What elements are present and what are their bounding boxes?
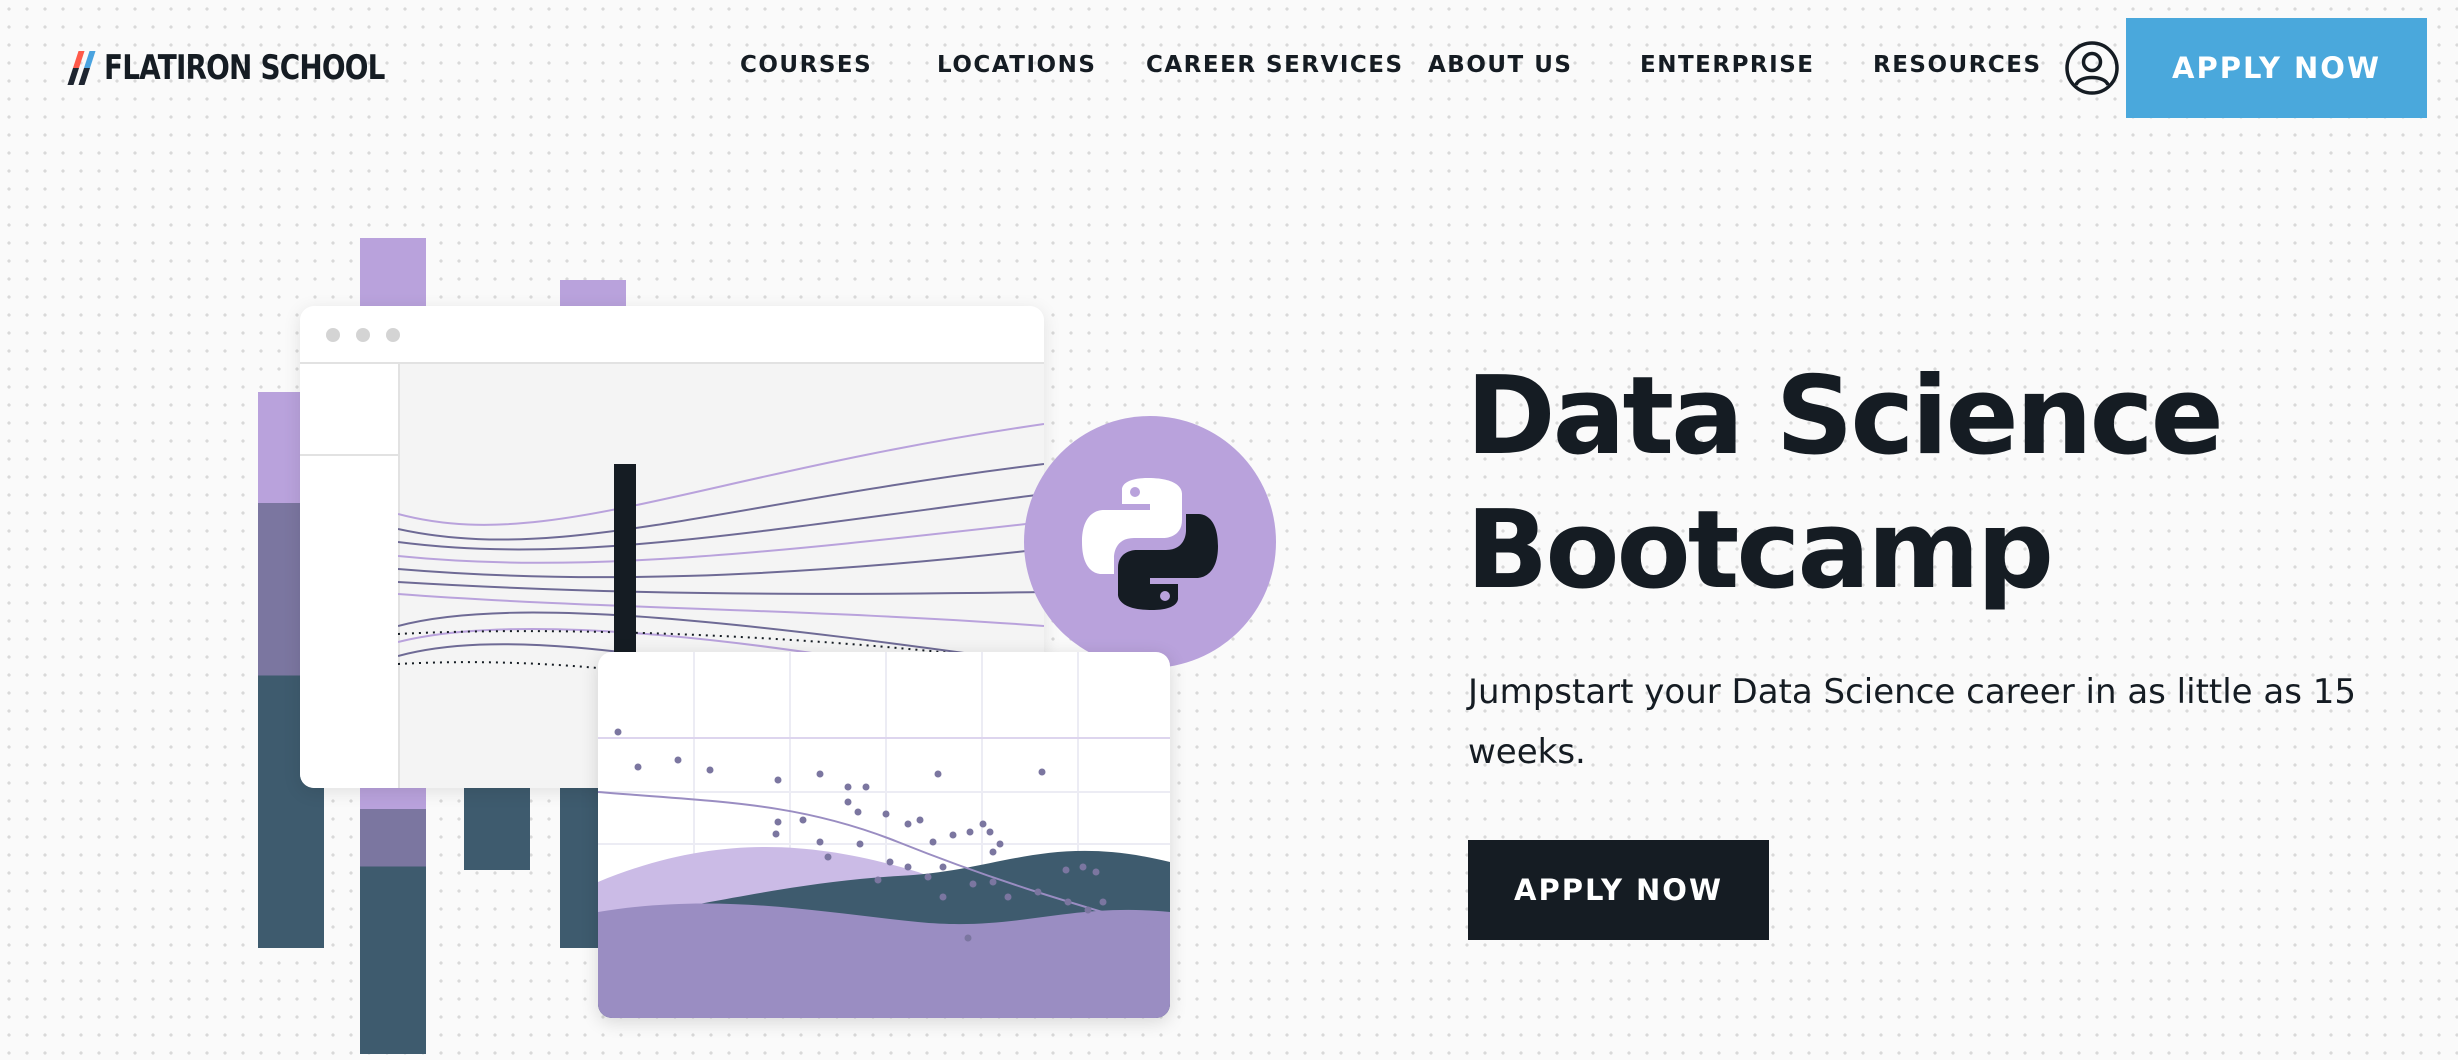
window-dot-icon <box>326 328 340 342</box>
window-titlebar <box>300 306 1044 364</box>
window-dot-icon <box>386 328 400 342</box>
window-sidebar <box>300 364 400 788</box>
title-line-1: Data Science <box>1466 354 2224 479</box>
apply-now-hero-button[interactable]: APPLY NOW <box>1468 840 1769 940</box>
apply-now-header-button[interactable]: APPLY NOW <box>2126 18 2427 118</box>
hero-illustration <box>0 0 1300 1060</box>
title-line-2: Bootcamp <box>1466 488 2054 613</box>
nav-about-us[interactable]: ABOUT US <box>1428 52 1573 78</box>
hero-subtitle: Jumpstart your Data Science career in as… <box>1468 672 2357 772</box>
page-title: Data Science Bootcamp <box>1466 350 2366 618</box>
scatter-area-graphic <box>598 652 1170 1018</box>
user-account-icon[interactable] <box>2064 40 2120 96</box>
python-logo-icon <box>1024 416 1276 668</box>
window-dot-icon <box>356 328 370 342</box>
nav-enterprise[interactable]: ENTERPRISE <box>1640 52 1814 78</box>
nav-resources[interactable]: RESOURCES <box>1873 52 2042 78</box>
